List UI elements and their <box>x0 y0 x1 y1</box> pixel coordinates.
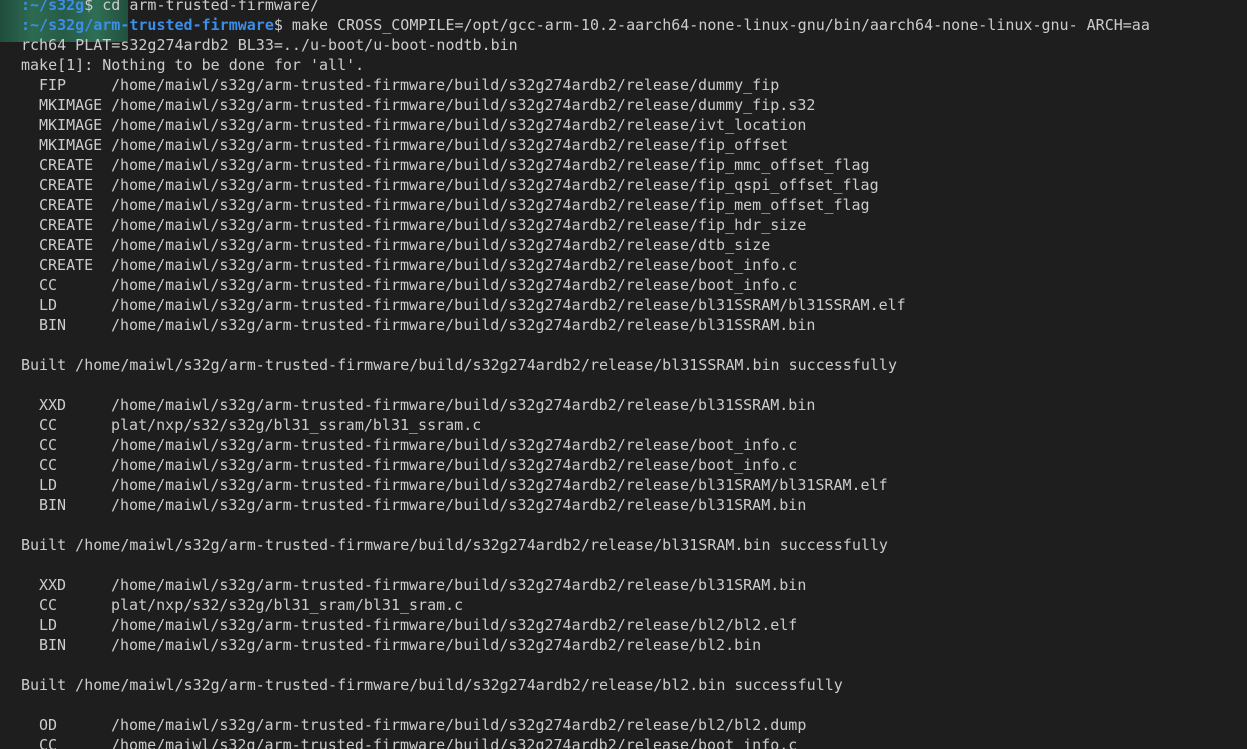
build-step-line: CC/home/maiwl/s32g/arm-trusted-firmware/… <box>21 435 1150 455</box>
step-tag: BIN <box>39 316 67 334</box>
step-path: /home/maiwl/s32g/arm-trusted-firmware/bu… <box>111 736 798 749</box>
build-step-line: CC/home/maiwl/s32g/arm-trusted-firmware/… <box>21 455 1150 475</box>
build-step-line: CREATE/home/maiwl/s32g/arm-trusted-firmw… <box>21 235 1150 255</box>
step-tag: CC <box>39 276 58 294</box>
step-tag: MKIMAGE <box>39 136 103 154</box>
step-path: /home/maiwl/s32g/arm-trusted-firmware/bu… <box>111 456 798 474</box>
step-tag: LD <box>39 616 58 634</box>
step-path: /home/maiwl/s32g/arm-trusted-firmware/bu… <box>111 296 906 314</box>
step-tag: MKIMAGE <box>39 96 103 114</box>
step-tag: XXD <box>39 576 67 594</box>
step-path: /home/maiwl/s32g/arm-trusted-firmware/bu… <box>111 136 789 154</box>
output-text-line: Built /home/maiwl/s32g/arm-trusted-firmw… <box>21 356 897 374</box>
step-path: /home/maiwl/s32g/arm-trusted-firmware/bu… <box>111 616 798 634</box>
step-path: /home/maiwl/s32g/arm-trusted-firmware/bu… <box>111 216 807 234</box>
build-step-line: CREATE/home/maiwl/s32g/arm-trusted-firmw… <box>21 155 1150 175</box>
step-tag: CREATE <box>39 196 94 214</box>
build-step-line: LD/home/maiwl/s32g/arm-trusted-firmware/… <box>21 615 1150 635</box>
step-tag: CC <box>39 736 58 749</box>
command-continuation: rch64 PLAT=s32g274ardb2 BL33=../u-boot/u… <box>21 36 518 54</box>
step-path: /home/maiwl/s32g/arm-trusted-firmware/bu… <box>111 116 807 134</box>
step-path: /home/maiwl/s32g/arm-trusted-firmware/bu… <box>111 436 798 454</box>
build-step-line: CC plat/nxp/s32/s32g/bl31_ssram/bl31_ssra… <box>21 415 1150 435</box>
build-step-line: CREATE/home/maiwl/s32g/arm-trusted-firmw… <box>21 195 1150 215</box>
step-tag: CC <box>39 456 58 474</box>
build-step-line: MKIMAGE/home/maiwl/s32g/arm-trusted-firm… <box>21 95 1150 115</box>
step-path: plat/nxp/s32/s32g/bl31_sram/bl31_sram.c <box>111 596 464 614</box>
step-path: /home/maiwl/s32g/arm-trusted-firmware/bu… <box>111 156 870 174</box>
build-step-line: XXD/home/maiwl/s32g/arm-trusted-firmware… <box>21 395 1150 415</box>
build-step-line: BIN/home/maiwl/s32g/arm-trusted-firmware… <box>21 315 1150 335</box>
build-step-line: LD/home/maiwl/s32g/arm-trusted-firmware/… <box>21 295 1150 315</box>
build-step-line: CC/home/maiwl/s32g/arm-trusted-firmware/… <box>21 275 1150 295</box>
build-step-line: MKIMAGE/home/maiwl/s32g/arm-trusted-firm… <box>21 115 1150 135</box>
command-text: cd arm-trusted-firmware/ <box>93 0 320 14</box>
build-step-line: CREATE/home/maiwl/s32g/arm-trusted-firmw… <box>21 175 1150 195</box>
step-path: /home/maiwl/s32g/arm-trusted-firmware/bu… <box>111 576 807 594</box>
build-step-line: FIP/home/maiwl/s32g/arm-trusted-firmware… <box>21 75 1150 95</box>
step-tag: MKIMAGE <box>39 116 103 134</box>
step-path: /home/maiwl/s32g/arm-trusted-firmware/bu… <box>111 76 780 94</box>
step-tag: CREATE <box>39 236 94 254</box>
step-path: plat/nxp/s32/s32g/bl31_ssram/bl31_ssram.… <box>111 416 482 434</box>
build-step-line: XXD/home/maiwl/s32g/arm-trusted-firmware… <box>21 575 1150 595</box>
build-step-line: BIN/home/maiwl/s32g/arm-trusted-firmware… <box>21 495 1150 515</box>
build-step-line: LD/home/maiwl/s32g/arm-trusted-firmware/… <box>21 475 1150 495</box>
step-tag: CREATE <box>39 176 94 194</box>
step-tag: CC <box>39 416 58 434</box>
step-tag: OD <box>39 716 58 734</box>
step-tag: CREATE <box>39 216 94 234</box>
output-text-line: Built /home/maiwl/s32g/arm-trusted-firmw… <box>21 676 843 694</box>
step-tag: CC <box>39 596 58 614</box>
step-path: /home/maiwl/s32g/arm-trusted-firmware/bu… <box>111 196 870 214</box>
prompt-path: :~/s32g <box>21 0 85 14</box>
step-path: /home/maiwl/s32g/arm-trusted-firmware/bu… <box>111 496 807 514</box>
step-path: /home/maiwl/s32g/arm-trusted-firmware/bu… <box>111 176 879 194</box>
output-text-line: make[1]: Nothing to be done for 'all'. <box>21 56 365 74</box>
step-path: /home/maiwl/s32g/arm-trusted-firmware/bu… <box>111 256 798 274</box>
build-step-line: CC plat/nxp/s32/s32g/bl31_sram/bl31_sram.… <box>21 595 1150 615</box>
prompt-dollar: $ <box>273 16 283 34</box>
step-tag: LD <box>39 476 58 494</box>
step-tag: BIN <box>39 496 67 514</box>
step-tag: CC <box>39 436 58 454</box>
step-tag: FIP <box>39 76 67 94</box>
step-path: /home/maiwl/s32g/arm-trusted-firmware/bu… <box>111 96 816 114</box>
output-text-line: Built /home/maiwl/s32g/arm-trusted-firmw… <box>21 536 888 554</box>
step-path: /home/maiwl/s32g/arm-trusted-firmware/bu… <box>111 316 816 334</box>
terminal-output: :~/s32g$ cd arm-trusted-firmware/ :~/s32… <box>21 0 1150 749</box>
step-tag: CREATE <box>39 156 94 174</box>
build-step-line: OD/home/maiwl/s32g/arm-trusted-firmware/… <box>21 715 1150 735</box>
prompt-path: :~/s32g/arm-trusted-firmware <box>21 16 274 34</box>
step-path: /home/maiwl/s32g/arm-trusted-firmware/bu… <box>111 396 816 414</box>
build-step-line: MKIMAGE/home/maiwl/s32g/arm-trusted-firm… <box>21 135 1150 155</box>
command-text: make CROSS_COMPILE=/opt/gcc-arm-10.2-aar… <box>282 16 1150 34</box>
build-step-line: CC/home/maiwl/s32g/arm-trusted-firmware/… <box>21 735 1150 749</box>
step-path: /home/maiwl/s32g/arm-trusted-firmware/bu… <box>111 716 807 734</box>
step-tag: CREATE <box>39 256 94 274</box>
step-tag: XXD <box>39 396 67 414</box>
terminal-window[interactable]: :~/s32g$ cd arm-trusted-firmware/ :~/s32… <box>0 0 1247 749</box>
step-tag: BIN <box>39 636 67 654</box>
build-step-line: CREATE/home/maiwl/s32g/arm-trusted-firmw… <box>21 255 1150 275</box>
prompt-line: :~/s32g/arm-trusted-firmware$ make CROSS… <box>21 15 1150 35</box>
build-step-line: BIN/home/maiwl/s32g/arm-trusted-firmware… <box>21 635 1150 655</box>
step-path: /home/maiwl/s32g/arm-trusted-firmware/bu… <box>111 236 771 254</box>
step-path: /home/maiwl/s32g/arm-trusted-firmware/bu… <box>111 476 888 494</box>
prompt-line: :~/s32g$ cd arm-trusted-firmware/ <box>21 0 1150 15</box>
step-path: /home/maiwl/s32g/arm-trusted-firmware/bu… <box>111 636 762 654</box>
step-path: /home/maiwl/s32g/arm-trusted-firmware/bu… <box>111 276 798 294</box>
prompt-dollar: $ <box>84 0 94 14</box>
build-step-line: CREATE/home/maiwl/s32g/arm-trusted-firmw… <box>21 215 1150 235</box>
step-tag: LD <box>39 296 58 314</box>
